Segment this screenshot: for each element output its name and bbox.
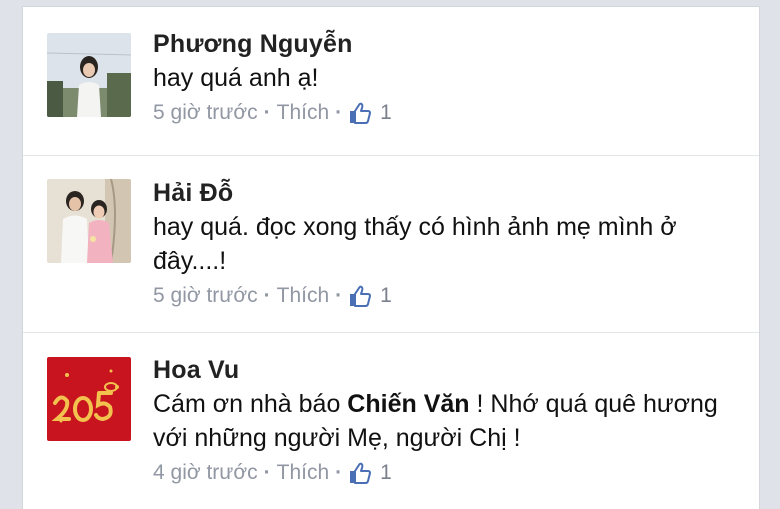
like-count: 1 — [380, 461, 392, 484]
meta-separator: · — [335, 284, 343, 307]
comment-timestamp[interactable]: 5 giờ trước — [153, 99, 258, 127]
like-button[interactable]: Thích — [277, 99, 330, 127]
comment-item: Hoa Vu Cám ơn nhà báo Chiến Văn ! Nhớ qu… — [23, 333, 759, 509]
comment-text: hay quá. đọc xong thấy có hình ảnh mẹ mì… — [153, 213, 677, 275]
comment-item: Hải Đỗ hay quá. đọc xong thấy có hình ản… — [23, 156, 759, 332]
avatar[interactable] — [47, 33, 131, 117]
avatar[interactable] — [47, 179, 131, 263]
comment-body: Hoa Vu Cám ơn nhà báo Chiến Văn ! Nhớ qu… — [153, 355, 739, 487]
thumbs-up-icon[interactable] — [348, 101, 372, 125]
comment-body: Phương Nguyễn hay quá anh ạ! 5 giờ trước… — [153, 29, 739, 127]
comment-body: Hải Đỗ hay quá. đọc xong thấy có hình ản… — [153, 178, 739, 310]
comment-item: Phương Nguyễn hay quá anh ạ! 5 giờ trước… — [23, 7, 759, 157]
like-button[interactable]: Thích — [277, 459, 330, 487]
meta-separator: · — [335, 101, 343, 124]
like-count: 1 — [380, 284, 392, 307]
comment-meta: 4 giờ trước · Thích · 1 — [153, 459, 739, 487]
comment-text-before: Cám ơn nhà báo — [153, 390, 348, 418]
avatar[interactable] — [47, 357, 131, 441]
comment-author[interactable]: Phương Nguyễn — [153, 29, 739, 59]
meta-separator: · — [263, 461, 271, 484]
thumbs-up-icon[interactable] — [348, 284, 372, 308]
comment-meta: 5 giờ trước · Thích · 1 — [153, 282, 739, 310]
like-count: 1 — [380, 101, 392, 124]
meta-separator: · — [263, 101, 271, 124]
thumbs-up-icon[interactable] — [348, 461, 372, 485]
meta-separator: · — [335, 461, 343, 484]
comment-feed: Phương Nguyễn hay quá anh ạ! 5 giờ trước… — [22, 6, 760, 509]
comment-text: Cám ơn nhà báo Chiến Văn ! Nhớ quá quê h… — [153, 387, 733, 455]
comment-text: hay quá anh ạ! — [153, 64, 319, 92]
comment-author[interactable]: Hoa Vu — [153, 355, 739, 385]
comment-meta: 5 giờ trước · Thích · 1 — [153, 99, 739, 127]
comment-timestamp[interactable]: 4 giờ trước — [153, 459, 258, 487]
meta-separator: · — [263, 284, 271, 307]
like-button[interactable]: Thích — [277, 282, 330, 310]
comment-timestamp[interactable]: 5 giờ trước — [153, 282, 258, 310]
comment-author[interactable]: Hải Đỗ — [153, 178, 739, 208]
mention-link[interactable]: Chiến Văn — [347, 390, 469, 418]
